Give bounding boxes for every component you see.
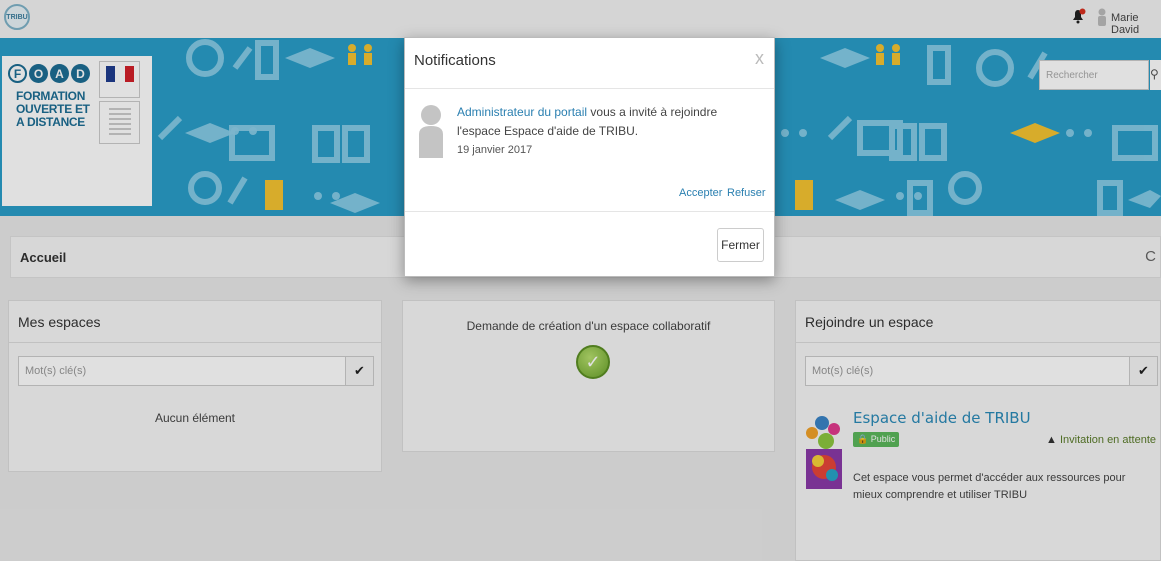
- search-input[interactable]: Rechercher: [1039, 60, 1149, 90]
- refuse-link[interactable]: Refuser: [727, 187, 766, 199]
- create-space-panel[interactable]: Demande de création d'un espace collabor…: [402, 300, 775, 452]
- invitation-status: ▲ Invitation en attente: [1046, 434, 1156, 446]
- close-button[interactable]: Fermer: [717, 228, 764, 262]
- join-space-title: Rejoindre un espace: [796, 301, 1160, 343]
- tribu-logo[interactable]: TRIBU: [4, 4, 30, 30]
- public-badge-label: Public: [870, 434, 896, 444]
- notification-item: Administrateur du portail vous a invité …: [405, 89, 774, 212]
- space-name-link[interactable]: Espace d'aide de TRIBU: [853, 409, 1031, 427]
- space-thumbnail[interactable]: [804, 413, 844, 493]
- breadcrumb-home[interactable]: Accueil: [20, 250, 66, 265]
- flag-icon: [106, 66, 134, 82]
- join-space-panel: Rejoindre un espace Mot(s) clé(s) ✔ Espa…: [795, 300, 1161, 561]
- foad-letters: F O A D: [8, 64, 90, 83]
- my-spaces-search-input[interactable]: Mot(s) clé(s) ✔: [18, 356, 374, 386]
- create-space-title[interactable]: Demande de création d'un espace collabor…: [403, 319, 774, 333]
- user-icon[interactable]: [1096, 8, 1108, 26]
- warning-icon: ▲: [1046, 434, 1057, 446]
- foad-logo[interactable]: F O A D FORMATION OUVERTE ET A DISTANCE: [2, 56, 152, 206]
- foad-letter: A: [50, 64, 69, 83]
- my-spaces-search-placeholder: Mot(s) clé(s): [25, 365, 87, 377]
- user-avatar-icon: [419, 105, 443, 158]
- close-icon[interactable]: x: [755, 48, 764, 69]
- notification-date: 19 janvier 2017: [457, 144, 533, 156]
- modal-header: Notifications x: [405, 38, 774, 89]
- invitation-status-label: Invitation en attente: [1059, 434, 1156, 446]
- accept-link[interactable]: Accepter: [679, 187, 722, 199]
- foad-text: FORMATION OUVERTE ET A DISTANCE: [16, 90, 90, 129]
- ministry-logo-art: [109, 108, 131, 135]
- modal-title: Notifications: [414, 52, 496, 69]
- notification-text: Administrateur du portail vous a invité …: [457, 103, 762, 141]
- notification-actor-link[interactable]: Administrateur du portail: [457, 105, 587, 119]
- top-bar: TRIBU Marie David: [0, 0, 1161, 38]
- join-space-search-placeholder: Mot(s) clé(s): [812, 365, 874, 377]
- foad-letter: D: [71, 64, 90, 83]
- search-placeholder: Rechercher: [1046, 70, 1098, 81]
- refresh-icon[interactable]: C: [1145, 248, 1156, 265]
- republic-logo: [99, 61, 140, 98]
- home-icon[interactable]: ⌂: [8, 186, 16, 202]
- tribu-logo-text: TRIBU: [6, 13, 28, 21]
- foad-line: A DISTANCE: [16, 115, 86, 129]
- notification-bell-icon[interactable]: [1070, 8, 1086, 24]
- join-space-search-submit-icon[interactable]: ✔: [1129, 357, 1157, 385]
- ministry-logo: [99, 101, 140, 144]
- foad-letter: O: [29, 64, 48, 83]
- checkmark-icon[interactable]: ✓: [576, 345, 610, 379]
- space-description: Cet espace vous permet d'accéder aux res…: [853, 472, 1126, 501]
- my-spaces-empty-text: Aucun élément: [154, 411, 236, 425]
- lock-icon: 🔒: [857, 434, 869, 444]
- my-spaces-title: Mes espaces: [9, 301, 381, 343]
- foad-letter: F: [8, 64, 27, 83]
- notifications-modal: Notifications x Administrateur du portai…: [404, 37, 775, 277]
- my-spaces-panel: Mes espaces Mot(s) clé(s) ✔ Aucun élémen…: [8, 300, 382, 472]
- public-badge: 🔒 Public: [853, 432, 900, 447]
- join-space-search-input[interactable]: Mot(s) clé(s) ✔: [805, 356, 1158, 386]
- my-spaces-search-submit-icon[interactable]: ✔: [345, 357, 373, 385]
- search-icon[interactable]: ⚲: [1150, 60, 1161, 90]
- user-name[interactable]: Marie David: [1111, 12, 1161, 36]
